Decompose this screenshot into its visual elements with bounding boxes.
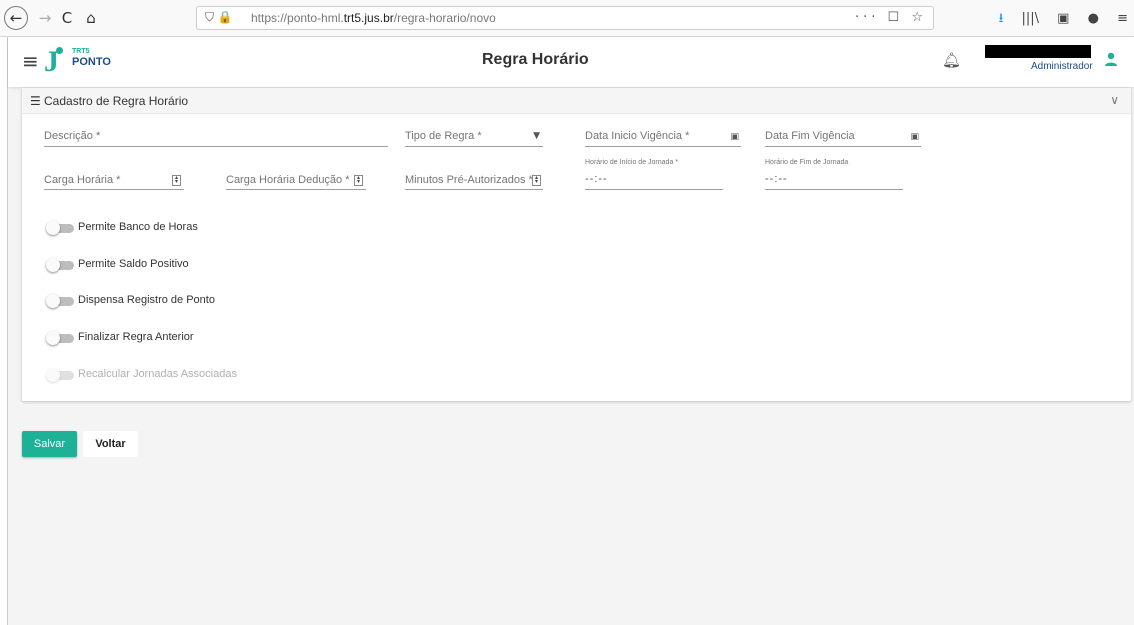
data-inicio-field[interactable]: Data Inicio Vigência * ▣ — [585, 130, 741, 147]
logo-dot — [56, 47, 63, 54]
calendar-icon[interactable]: ▣ — [910, 132, 919, 142]
user-info[interactable]: Administrador — [985, 45, 1093, 79]
app-header: ≡ J TRT5 PONTO Regra Horário 🔔︎ Administ… — [8, 37, 1134, 87]
logo-small-text: TRT5 — [72, 48, 90, 55]
calendar-icon[interactable]: ▣ — [730, 132, 739, 142]
fim-jornada-field[interactable]: Horário de Fim de Jornada --:-- — [765, 159, 903, 190]
carga-deducao-field[interactable]: Carga Horária Dedução * ▴ ▾ — [226, 173, 366, 190]
save-button[interactable]: Salvar — [22, 431, 77, 457]
page-actions-icons[interactable]: ··· ☐ ☆ — [855, 10, 927, 25]
hamburger-menu-icon[interactable]: ≡ — [1117, 11, 1128, 26]
descricao-label: Descrição * — [44, 130, 101, 142]
descricao-field[interactable]: Descrição * — [44, 130, 388, 147]
carga-horaria-field[interactable]: Carga Horária * ▴ ▾ — [44, 173, 184, 190]
browser-toolbar: ← → C ⌂ ⛉ 🔒 https://ponto-hml.trt5.jus.b… — [0, 0, 1134, 37]
data-fim-label: Data Fim Vigência — [765, 130, 855, 142]
number-spinner-icon[interactable]: ▴ ▾ — [532, 175, 541, 186]
carga-deducao-label: Carga Horária Dedução * — [226, 174, 350, 186]
card-header[interactable]: ☰ Cadastro de Regra Horário ∨ — [22, 88, 1131, 114]
logo[interactable]: J TRT5 PONTO — [44, 41, 124, 81]
toggle-label: Permite Banco de Horas — [78, 221, 198, 233]
home-icon[interactable]: ⌂ — [80, 7, 102, 29]
reload-icon[interactable]: C — [56, 7, 78, 29]
data-inicio-label: Data Inicio Vigência * — [585, 130, 690, 142]
user-name-redacted — [985, 45, 1091, 58]
sidebar-icon[interactable]: ▣ — [1057, 11, 1069, 26]
chevron-down-icon[interactable]: ∨ — [1110, 93, 1119, 107]
toggle-switch[interactable] — [46, 258, 74, 272]
user-role: Administrador — [1031, 61, 1093, 72]
tipo-regra-select[interactable]: Tipo de Regra * ▼ — [405, 130, 543, 147]
dropdown-arrow-icon: ▼ — [533, 131, 540, 141]
toggle-switch[interactable] — [46, 294, 74, 308]
inicio-jornada-label: Horário de Início de Jornada * — [585, 159, 678, 166]
toggle-label: Recalcular Jornadas Associadas — [78, 368, 237, 380]
minutos-label: Minutos Pré-Autorizados * — [405, 174, 533, 186]
back-arrow-icon[interactable]: ← — [4, 6, 28, 30]
browser-tools: ⭳ |||\ ▣ ● ≡ — [985, 9, 1128, 31]
carga-horaria-label: Carga Horária * — [44, 174, 121, 186]
download-icon[interactable]: ⭳ — [999, 9, 1004, 31]
number-spinner-icon[interactable]: ▴ ▾ — [172, 175, 181, 186]
fim-jornada-label: Horário de Fim de Jornada — [765, 159, 849, 166]
url-bar[interactable]: ⛉ 🔒 https://ponto-hml.trt5.jus.br/regra-… — [196, 6, 934, 30]
toggle-switch[interactable] — [46, 221, 74, 235]
number-spinner-icon[interactable]: ▴ ▾ — [354, 175, 363, 186]
library-icon[interactable]: |||\ — [1022, 11, 1040, 26]
toggle-label: Dispensa Registro de Ponto — [78, 294, 215, 306]
logo-name: PONTO — [72, 56, 111, 68]
form-card: ☰ Cadastro de Regra Horário ∨ Descrição … — [22, 88, 1131, 401]
toggle-switch[interactable] — [46, 331, 74, 345]
window-edge — [0, 37, 8, 625]
extension-icon[interactable]: ● — [1088, 11, 1099, 26]
tipo-regra-label: Tipo de Regra * — [405, 130, 482, 142]
minutos-field[interactable]: Minutos Pré-Autorizados * ▴ ▾ — [405, 173, 543, 190]
fim-jornada-value: --:-- — [765, 173, 788, 185]
forward-arrow-icon[interactable]: → — [34, 7, 56, 29]
url-text[interactable]: https://ponto-hml.trt5.jus.br/regra-hora… — [251, 11, 496, 25]
back-button[interactable]: Voltar — [83, 431, 138, 457]
list-icon: ☰ — [30, 94, 41, 108]
bell-icon[interactable]: 🔔︎ — [942, 51, 961, 69]
user-icon[interactable] — [1103, 51, 1119, 67]
toggle-label: Permite Saldo Positivo — [78, 258, 189, 270]
inicio-jornada-value: --:-- — [585, 173, 608, 185]
page-title: Regra Horário — [482, 51, 589, 68]
lock-icon[interactable]: ⛉ 🔒 — [205, 10, 233, 25]
data-fim-field[interactable]: Data Fim Vigência ▣ — [765, 130, 921, 147]
inicio-jornada-field[interactable]: Horário de Início de Jornada * --:-- — [585, 159, 723, 190]
toggle-switch — [46, 368, 74, 382]
toggle-label: Finalizar Regra Anterior — [78, 331, 194, 343]
card-title: Cadastro de Regra Horário — [44, 94, 189, 108]
menu-icon[interactable]: ≡ — [22, 49, 39, 73]
